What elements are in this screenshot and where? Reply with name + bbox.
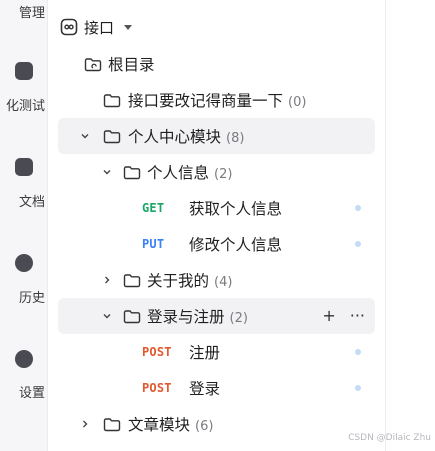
endpoint-label: 注册 bbox=[189, 344, 221, 362]
settings-icon bbox=[15, 350, 33, 368]
method-badge-post: POST bbox=[142, 345, 172, 359]
folder-icon bbox=[103, 417, 121, 431]
history-icon bbox=[15, 254, 33, 272]
folder-count: (4) bbox=[214, 275, 233, 290]
status-dot bbox=[355, 349, 361, 355]
tree-root[interactable]: 根目录 bbox=[58, 46, 375, 82]
folder-count: (2) bbox=[229, 311, 248, 326]
folder-label: 个人信息 bbox=[147, 164, 210, 182]
api-tree-panel: 接口 根目录 接口要改记得商量一下 (0) 个人中心模块 (8) 个人信息 (2… bbox=[48, 0, 385, 451]
folder-icon bbox=[123, 273, 141, 287]
endpoint-label: 登录 bbox=[189, 380, 221, 398]
folder-icon bbox=[123, 309, 141, 323]
status-dot bbox=[355, 241, 361, 247]
status-dot bbox=[355, 385, 361, 391]
tree-endpoint-post-register[interactable]: POST 注册 bbox=[58, 334, 375, 370]
nav-label-history: 历史 bbox=[18, 291, 45, 306]
panel-divider bbox=[385, 0, 386, 451]
chevron-down-icon[interactable] bbox=[78, 129, 92, 143]
header-title: 接口 bbox=[84, 18, 115, 37]
tree-endpoint-put-info[interactable]: PUT 修改个人信息 bbox=[58, 226, 375, 262]
endpoint-label: 获取个人信息 bbox=[189, 200, 283, 218]
status-dot bbox=[355, 205, 361, 211]
folder-label: 登录与注册 bbox=[147, 308, 225, 326]
tree-folder-article[interactable]: 文章模块 (6) bbox=[58, 406, 375, 442]
tree-folder-about-me[interactable]: 关于我的 (4) bbox=[58, 262, 375, 298]
tree-endpoint-post-login[interactable]: POST 登录 bbox=[58, 370, 375, 406]
nav-label-auto-test: 化测试 bbox=[5, 99, 45, 114]
chevron-down-icon[interactable] bbox=[100, 309, 114, 323]
tree-header[interactable]: 接口 bbox=[60, 14, 133, 40]
tree-folder-rename-notice[interactable]: 接口要改记得商量一下 (0) bbox=[58, 82, 375, 118]
more-options-button[interactable]: ··· bbox=[350, 308, 365, 324]
add-button[interactable]: + bbox=[322, 308, 335, 324]
chevron-right-icon[interactable] bbox=[78, 417, 92, 431]
nav-label-docs: 文档 bbox=[18, 195, 45, 210]
watermark: CSDN @Dilaic Zhu bbox=[348, 433, 431, 443]
folder-label: 个人中心模块 bbox=[128, 128, 222, 146]
tree-folder-personal-info[interactable]: 个人信息 (2) bbox=[58, 154, 375, 190]
folder-count: (6) bbox=[195, 419, 214, 434]
chevron-right-icon[interactable] bbox=[100, 273, 114, 287]
api-icon bbox=[60, 18, 78, 36]
folder-icon bbox=[103, 93, 121, 107]
tree-folder-login-register[interactable]: 登录与注册 (2) + ··· bbox=[58, 298, 375, 334]
document-icon bbox=[15, 158, 33, 176]
tree-endpoint-get-info[interactable]: GET 获取个人信息 bbox=[58, 190, 375, 226]
test-icon bbox=[15, 62, 33, 80]
endpoint-label: 修改个人信息 bbox=[189, 236, 283, 254]
cloud-folder-icon bbox=[84, 57, 102, 71]
row-actions: + ··· bbox=[322, 308, 365, 324]
nav-label-management: 管理 bbox=[18, 6, 45, 21]
folder-count: (0) bbox=[288, 95, 307, 110]
chevron-down-icon[interactable] bbox=[100, 165, 114, 179]
folder-icon bbox=[103, 129, 121, 143]
tree-root-label: 根目录 bbox=[108, 56, 155, 74]
tree-folder-personal-center[interactable]: 个人中心模块 (8) bbox=[58, 118, 375, 154]
nav-label-settings: 设置 bbox=[18, 386, 45, 401]
caret-down-icon[interactable] bbox=[124, 24, 133, 30]
folder-label: 文章模块 bbox=[128, 416, 191, 434]
folder-label: 接口要改记得商量一下 bbox=[128, 92, 284, 110]
side-nav: 管理 化测试 文档 历史 设置 bbox=[0, 0, 48, 451]
method-badge-post: POST bbox=[142, 381, 172, 395]
method-badge-put: PUT bbox=[142, 237, 165, 251]
folder-count: (8) bbox=[226, 131, 245, 146]
method-badge-get: GET bbox=[142, 201, 165, 215]
folder-count: (2) bbox=[214, 167, 233, 182]
folder-icon bbox=[123, 165, 141, 179]
folder-label: 关于我的 bbox=[147, 272, 210, 290]
